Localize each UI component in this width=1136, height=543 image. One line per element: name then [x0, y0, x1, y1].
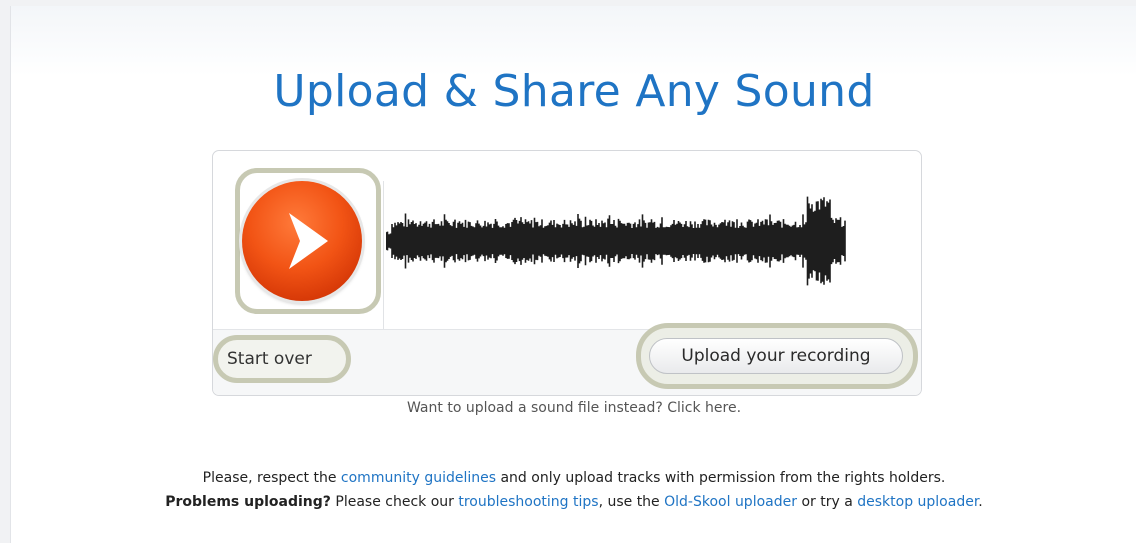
old-skool-uploader-link[interactable]: Old-Skool uploader: [664, 494, 797, 510]
play-button[interactable]: [242, 181, 362, 301]
troubleshooting-tips-link[interactable]: troubleshooting tips: [458, 494, 598, 510]
notice-text: , use the: [598, 494, 665, 510]
problems-uploading-label: Problems uploading?: [165, 494, 331, 510]
recording-waveform: [386, 196, 846, 286]
preview-divider: [383, 181, 384, 329]
waveform-path: [386, 196, 846, 286]
notice-line-2: Problems uploading? Please check our tro…: [11, 490, 1136, 514]
notice-line-1: Please, respect the community guidelines…: [11, 466, 1136, 490]
notice-text: .: [978, 494, 983, 510]
desktop-uploader-link[interactable]: desktop uploader: [857, 494, 978, 510]
recorder-preview-area: [213, 151, 921, 330]
play-icon: [289, 213, 328, 269]
upload-page: Upload & Share Any Sound Start over Uplo…: [10, 6, 1136, 543]
notice-text: Please, respect the: [202, 470, 341, 486]
start-over-button[interactable]: Start over: [227, 348, 312, 370]
upload-notice: Please, respect the community guidelines…: [11, 466, 1136, 514]
community-guidelines-link[interactable]: community guidelines: [341, 470, 496, 486]
upload-file-instead-link[interactable]: Want to upload a sound file instead? Cli…: [11, 400, 1136, 416]
notice-text: Please check our: [330, 494, 459, 510]
page-title: Upload & Share Any Sound: [273, 66, 875, 117]
sound-recorder-panel: Start over Upload your recording: [212, 150, 922, 396]
notice-text: or try a: [797, 494, 858, 510]
upload-recording-button[interactable]: Upload your recording: [649, 338, 903, 374]
notice-text: and only upload tracks with permission f…: [496, 470, 946, 486]
browser-frame: Upload & Share Any Sound Start over Uplo…: [0, 0, 1136, 543]
